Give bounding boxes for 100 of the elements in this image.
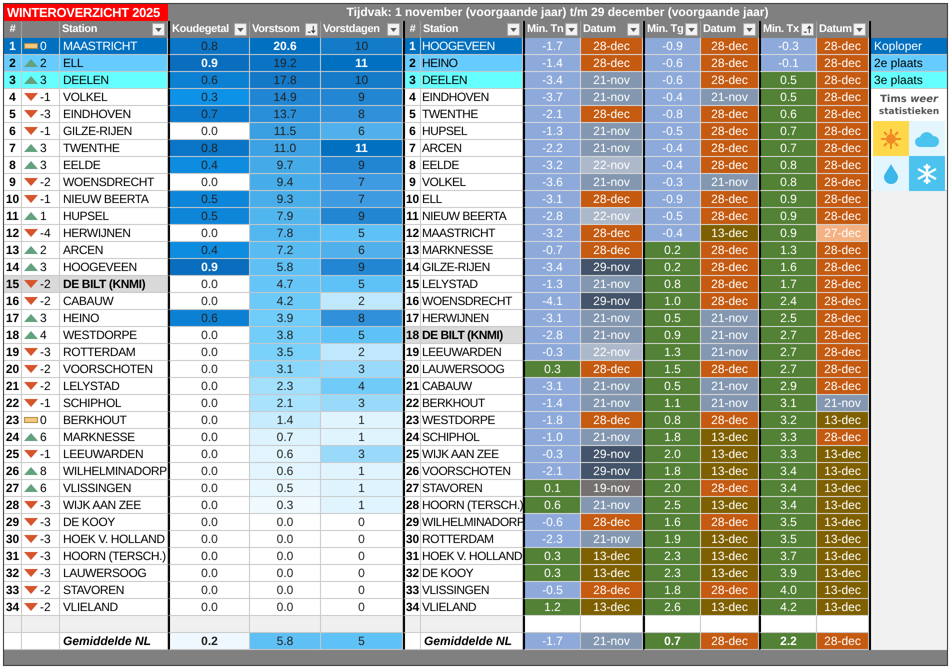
- row-number: 24: [4, 429, 22, 446]
- table-cell: 2.7: [759, 344, 817, 361]
- station-cell: HOOGEVEEN: [421, 38, 523, 55]
- row-number: 4: [403, 89, 421, 106]
- table-cell: -0.5: [523, 582, 581, 599]
- table-cell: 21-nov: [701, 344, 759, 361]
- table-cell: 0.6: [523, 497, 581, 514]
- table-cell: 21-nov: [581, 276, 643, 293]
- filter-button[interactable]: [507, 23, 520, 36]
- table-cell: 28-dec: [581, 191, 643, 208]
- table-cell: 13-dec: [581, 565, 643, 582]
- filter-button[interactable]: [853, 23, 866, 36]
- row-number: 26: [4, 463, 22, 480]
- rank-change: 4: [40, 329, 47, 341]
- station-cell: ROTTERDAM: [60, 344, 168, 361]
- filter-button[interactable]: [565, 23, 578, 36]
- table-cell: 13-dec: [817, 599, 869, 616]
- table-cell: -0.1: [759, 55, 817, 72]
- table-cell: 0.8: [759, 174, 817, 191]
- filter-button[interactable]: [387, 23, 400, 36]
- row-number: 32: [403, 565, 421, 582]
- table-cell: 4: [321, 378, 403, 395]
- station-cell: ARCEN: [421, 140, 523, 157]
- column-label: #: [10, 24, 16, 35]
- row-number: 16: [4, 293, 22, 310]
- table-cell: 0.3: [523, 361, 581, 378]
- column-label: Vorstdagen: [323, 24, 380, 35]
- table-cell: 0.8: [759, 157, 817, 174]
- station-cell: STAVOREN: [421, 480, 523, 497]
- table-cell: 13-dec: [817, 480, 869, 497]
- table-cell: 28-dec: [817, 327, 869, 344]
- table-cell: 0.0: [168, 565, 250, 582]
- filter-button[interactable]: [627, 23, 640, 36]
- table-cell: 1.6: [759, 259, 817, 276]
- row-number: 30: [403, 531, 421, 548]
- sort-button[interactable]: [305, 23, 318, 36]
- filter-button[interactable]: [685, 23, 698, 36]
- station-cell: EINDHOVEN: [60, 106, 168, 123]
- station-cell: WOENSDRECHT: [60, 174, 168, 191]
- row-number: 34: [403, 599, 421, 616]
- table-cell: 1: [321, 463, 403, 480]
- table-cell: 28-dec: [701, 412, 759, 429]
- table-cell: 21-nov: [581, 531, 643, 548]
- table-cell: 3.3: [759, 429, 817, 446]
- table-cell: 4.7: [250, 276, 321, 293]
- table-cell: 0.8: [643, 412, 701, 429]
- caret-icon: [746, 28, 753, 32]
- table-cell: 0.0: [250, 548, 321, 565]
- table-cell: 3: [321, 361, 403, 378]
- rank-change: -2: [40, 278, 51, 290]
- sort-button[interactable]: [801, 23, 814, 36]
- filter-button[interactable]: [152, 23, 165, 36]
- table-cell: 0.1: [523, 480, 581, 497]
- column-label: Min. Tn: [527, 24, 564, 35]
- table-cell: 1.6: [643, 514, 701, 531]
- table-cell: 2.0: [643, 480, 701, 497]
- station-cell: ARCEN: [60, 242, 168, 259]
- filter-button[interactable]: [234, 23, 247, 36]
- table-cell: 29-nov: [581, 259, 643, 276]
- table-cell: 3: [321, 395, 403, 412]
- table-cell: 0.0: [168, 327, 250, 344]
- table-cell: 28-dec: [817, 293, 869, 310]
- column-label: Min. Tx: [763, 24, 799, 35]
- table-cell: -3.2: [523, 157, 581, 174]
- row-number: 21: [4, 378, 22, 395]
- table-cell: 5.8: [250, 633, 321, 650]
- row-number: 33: [403, 582, 421, 599]
- table-cell: 0.7: [759, 140, 817, 157]
- table-cell: 2.1: [250, 395, 321, 412]
- table-cell: -3.6: [523, 174, 581, 191]
- filter-button[interactable]: [743, 23, 756, 36]
- table-cell: 8: [321, 106, 403, 123]
- row-number: 14: [403, 259, 421, 276]
- table-cell: 21-nov: [581, 497, 643, 514]
- table-cell: 13-dec: [817, 548, 869, 565]
- table-cell: 28-dec: [701, 514, 759, 531]
- table-cell: 0.0: [250, 565, 321, 582]
- row-number: 6: [403, 123, 421, 140]
- table-cell: 28-dec: [701, 157, 759, 174]
- table-cell: 28-dec: [817, 242, 869, 259]
- row-number: 32: [4, 565, 22, 582]
- row-number: 17: [403, 310, 421, 327]
- drop-icon: [873, 156, 909, 191]
- table-cell: -2.3: [523, 531, 581, 548]
- table-cell: 28-dec: [701, 38, 759, 55]
- table-cell: 28-dec: [701, 191, 759, 208]
- caret-icon: [630, 28, 637, 32]
- table-cell: 0.6: [250, 463, 321, 480]
- table-cell: -2.8: [523, 208, 581, 225]
- row-number: 33: [4, 582, 22, 599]
- table-cell: -0.3: [523, 446, 581, 463]
- station-cell: STAVOREN: [60, 582, 168, 599]
- row-number: 16: [403, 293, 421, 310]
- station-cell: DEELEN: [60, 72, 168, 89]
- table-cell: 0: [321, 531, 403, 548]
- table-cell: 13-dec: [701, 565, 759, 582]
- table-cell: 21-nov: [581, 89, 643, 106]
- table-cell: 0.0: [168, 497, 250, 514]
- station-cell: WIJK AAN ZEE: [421, 446, 523, 463]
- rank-change: -2: [40, 601, 51, 613]
